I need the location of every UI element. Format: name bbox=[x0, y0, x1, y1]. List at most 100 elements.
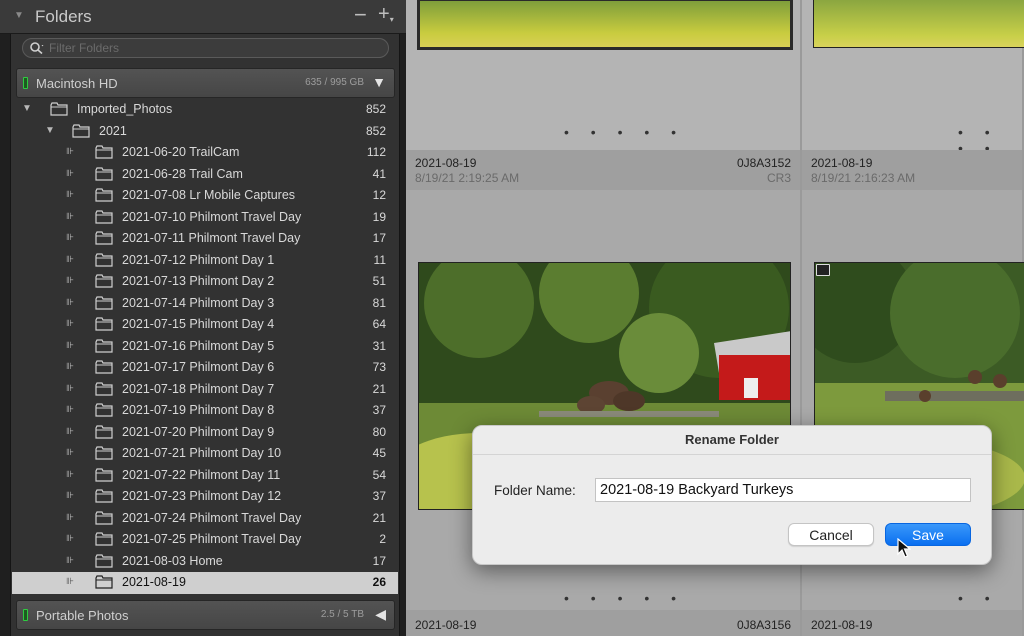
subfolder-indicator-icon[interactable]: ⊪ bbox=[66, 168, 74, 179]
subfolder-indicator-icon[interactable]: ⊪ bbox=[66, 340, 74, 351]
grid-cell[interactable]: • • • • • 2021-08-19 bbox=[802, 584, 1024, 636]
folder-tree-row[interactable]: ⊪ 2021-06-28 Trail Cam 41 bbox=[12, 164, 398, 186]
subfolder-indicator-icon[interactable]: ⊪ bbox=[66, 189, 74, 200]
subfolder-indicator-icon[interactable]: ⊪ bbox=[66, 275, 74, 286]
volume-macintosh-hd[interactable]: Macintosh HD 635 / 995 GB ▼ bbox=[16, 68, 395, 98]
cell-metadata: 2021-08-19 8/19/21 2:19:25 AM 0J8A3152 C… bbox=[406, 150, 800, 190]
grid-cell[interactable]: • • • • • bbox=[406, 0, 802, 150]
folder-tree-row[interactable]: ▼ 2021 852 bbox=[12, 121, 398, 143]
folder-name: 2021-07-13 Philmont Day 2 bbox=[122, 274, 275, 288]
folder-tree-row[interactable]: ⊪ 2021-07-25 Philmont Travel Day 2 bbox=[12, 529, 398, 551]
subfolder-indicator-icon[interactable]: ⊪ bbox=[66, 383, 74, 394]
filter-folders-input[interactable] bbox=[49, 40, 379, 56]
sync-icon bbox=[816, 264, 830, 276]
folder-tree-row[interactable]: ⊪ 2021-07-12 Philmont Day 1 11 bbox=[12, 250, 398, 272]
folder-icon bbox=[95, 446, 113, 460]
folder-name: 2021-07-24 Philmont Travel Day bbox=[122, 510, 302, 525]
folder-icon bbox=[95, 338, 113, 353]
folder-tree-row[interactable]: ⊪ 2021-07-15 Philmont Day 4 64 bbox=[12, 314, 398, 336]
capture-date: 2021-08-19 bbox=[811, 618, 873, 632]
folder-photo-count: 37 bbox=[372, 489, 386, 503]
folder-name: 2021-07-23 Philmont Day 12 bbox=[122, 489, 282, 503]
folder-tree-row[interactable]: ⊪ 2021-07-20 Philmont Day 9 80 bbox=[12, 422, 398, 444]
folder-name-input[interactable] bbox=[595, 478, 971, 502]
subfolder-indicator-icon[interactable]: ⊪ bbox=[66, 146, 74, 157]
folder-photo-count: 41 bbox=[372, 166, 386, 181]
folder-tree-row[interactable]: ⊪ 2021-07-10 Philmont Travel Day 19 bbox=[12, 207, 398, 229]
folder-photo-count: 17 bbox=[372, 231, 386, 245]
subfolder-indicator-icon[interactable]: ⊪ bbox=[66, 254, 74, 265]
folder-icon bbox=[95, 575, 113, 589]
folder-tree-row[interactable]: ⊪ 2021-07-08 Lr Mobile Captures 12 bbox=[12, 185, 398, 207]
volume-capacity: 635 / 995 GB bbox=[305, 77, 364, 88]
folder-photo-count: 21 bbox=[372, 381, 386, 396]
capture-time: 8/19/21 2:16:23 AM bbox=[811, 171, 916, 185]
subfolder-indicator-icon[interactable]: ⊪ bbox=[66, 318, 74, 329]
folder-photo-count: 19 bbox=[372, 209, 386, 224]
folder-photo-count: 12 bbox=[372, 188, 386, 202]
folder-photo-count: 852 bbox=[365, 123, 386, 138]
file-name: 0J8A3156 bbox=[736, 618, 791, 632]
disclosure-expanded-icon[interactable]: ▼ bbox=[22, 103, 32, 114]
folder-tree-row[interactable]: ⊪ 2021-07-17 Philmont Day 6 73 bbox=[12, 357, 398, 379]
rating-dots[interactable]: • • • • • bbox=[564, 590, 685, 606]
cell-metadata: 2021-08-19 bbox=[802, 610, 1022, 636]
subfolder-indicator-icon[interactable]: ⊪ bbox=[66, 469, 74, 480]
folder-tree-row[interactable]: ⊪ 2021-06-20 TrailCam 112 bbox=[12, 142, 398, 164]
volume-portable-photos[interactable]: Portable Photos 2.5 / 5 TB ◀ bbox=[16, 600, 395, 630]
folder-photo-count: 17 bbox=[372, 553, 386, 568]
folder-tree-row[interactable]: ⊪ 2021-07-22 Philmont Day 11 54 bbox=[12, 465, 398, 487]
folder-tree-row[interactable]: ⊪ 2021-07-13 Philmont Day 2 51 bbox=[12, 271, 398, 293]
subfolder-indicator-icon[interactable]: ⊪ bbox=[66, 447, 74, 458]
folder-icon bbox=[95, 489, 113, 503]
folder-icon bbox=[95, 317, 113, 331]
folder-icon bbox=[95, 532, 113, 546]
folder-tree-row[interactable]: ⊪ 2021-08-19 26 bbox=[12, 572, 398, 594]
folder-name: 2021-07-14 Philmont Day 3 bbox=[122, 295, 275, 310]
folders-panel-header[interactable]: ▼ Folders − +▾ bbox=[0, 0, 406, 34]
subfolder-indicator-icon[interactable]: ⊪ bbox=[66, 361, 74, 372]
rename-folder-dialog: Rename Folder Folder Name: Cancel Save bbox=[472, 425, 992, 565]
volume-collapse-arrow-icon[interactable]: ◀ bbox=[375, 606, 386, 623]
folder-icon bbox=[95, 252, 113, 267]
folder-name: 2021-07-12 Philmont Day 1 bbox=[122, 252, 275, 267]
rating-dots[interactable]: • • • • • bbox=[564, 124, 685, 140]
folder-photo-count: 81 bbox=[372, 295, 386, 310]
cell-metadata: 2021-08-19 0J8A3156 bbox=[406, 610, 800, 636]
remove-folder-button[interactable]: − bbox=[354, 2, 367, 28]
folder-photo-count: 37 bbox=[372, 403, 386, 417]
subfolder-indicator-icon[interactable]: ⊪ bbox=[66, 426, 74, 437]
subfolder-indicator-icon[interactable]: ⊪ bbox=[66, 297, 74, 308]
folder-tree-row[interactable]: ▼ Imported_Photos 852 bbox=[12, 99, 398, 121]
volume-expand-arrow-icon[interactable]: ▼ bbox=[372, 74, 386, 90]
folder-name: 2021-07-25 Philmont Travel Day bbox=[122, 532, 302, 546]
subfolder-indicator-icon[interactable]: ⊪ bbox=[66, 512, 74, 523]
volume-capacity: 2.5 / 5 TB bbox=[320, 609, 364, 620]
folder-tree-row[interactable]: ⊪ 2021-07-16 Philmont Day 5 31 bbox=[12, 336, 398, 358]
folder-name: 2021-07-22 Philmont Day 11 bbox=[122, 467, 281, 482]
folder-tree-row[interactable]: ⊪ 2021-07-23 Philmont Day 12 37 bbox=[12, 486, 398, 508]
cancel-button[interactable]: Cancel bbox=[788, 523, 874, 546]
folder-tree-row[interactable]: ⊪ 2021-07-19 Philmont Day 8 37 bbox=[12, 400, 398, 422]
folder-tree-row[interactable]: ⊪ 2021-07-18 Philmont Day 7 21 bbox=[12, 379, 398, 401]
filter-folders-search[interactable] bbox=[22, 38, 389, 58]
folder-tree-row[interactable]: ⊪ 2021-07-11 Philmont Travel Day 17 bbox=[12, 228, 398, 250]
collapse-triangle-icon[interactable]: ▼ bbox=[14, 10, 24, 21]
grid-cell[interactable]: • • • • • bbox=[802, 0, 1024, 172]
add-folder-button[interactable]: +▾ bbox=[378, 3, 394, 26]
photo-thumbnail[interactable] bbox=[417, 0, 793, 50]
grid-cell[interactable]: • • • • • 2021-08-19 0J8A3156 bbox=[406, 584, 802, 636]
subfolder-indicator-icon[interactable]: ⊪ bbox=[66, 576, 74, 587]
subfolder-indicator-icon[interactable]: ⊪ bbox=[66, 211, 74, 222]
subfolder-indicator-icon[interactable]: ⊪ bbox=[66, 555, 74, 566]
subfolder-indicator-icon[interactable]: ⊪ bbox=[66, 232, 74, 243]
subfolder-indicator-icon[interactable]: ⊪ bbox=[66, 533, 74, 544]
folder-tree-row[interactable]: ⊪ 2021-07-21 Philmont Day 10 45 bbox=[12, 443, 398, 465]
subfolder-indicator-icon[interactable]: ⊪ bbox=[66, 490, 74, 501]
folder-tree-row[interactable]: ⊪ 2021-08-03 Home 17 bbox=[12, 551, 398, 573]
photo-thumbnail[interactable] bbox=[813, 0, 1024, 48]
folder-tree-row[interactable]: ⊪ 2021-07-24 Philmont Travel Day 21 bbox=[12, 508, 398, 530]
disclosure-expanded-icon[interactable]: ▼ bbox=[45, 125, 55, 136]
subfolder-indicator-icon[interactable]: ⊪ bbox=[66, 404, 74, 415]
folder-tree-row[interactable]: ⊪ 2021-07-14 Philmont Day 3 81 bbox=[12, 293, 398, 315]
